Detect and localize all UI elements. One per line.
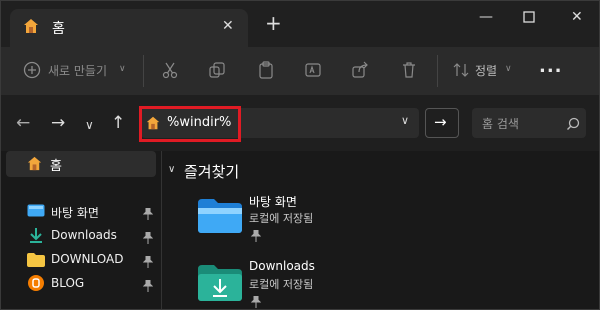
- file-explorer-window: 홈 ✕ + — ✕ 새로 만들기 ∨ 정렬 ∨ ... ← → ∨ ↑ %win…: [0, 0, 600, 310]
- pin-icon: [250, 293, 262, 309]
- tab-title: 홈: [52, 21, 65, 37]
- close-window-icon[interactable]: ✕: [571, 9, 583, 25]
- sort-button[interactable]: 정렬 ∨: [453, 60, 515, 82]
- quick-access-item-desktop[interactable]: 바탕 화면 로컬에 저장됨: [198, 193, 398, 253]
- sidebar-item-blog[interactable]: BLOG: [27, 273, 157, 295]
- sidebar-item-desktop[interactable]: 바탕 화면: [27, 201, 157, 223]
- pin-icon: [250, 227, 262, 246]
- sidebar-item-downloads[interactable]: Downloads: [27, 225, 157, 247]
- tab-home[interactable]: 홈 ✕: [10, 9, 248, 47]
- sidebar-item-label: DOWNLOAD: [51, 252, 124, 266]
- address-highlight-box: [139, 106, 241, 142]
- home-icon: [22, 17, 40, 39]
- maximize-icon[interactable]: [523, 11, 535, 27]
- command-bar: 새로 만들기 ∨ 정렬 ∨ ...: [1, 47, 599, 95]
- item-name: 바탕 화면: [249, 195, 297, 209]
- address-history-chevron-icon[interactable]: ∨: [401, 114, 409, 127]
- item-status: 로컬에 저장됨: [249, 278, 314, 291]
- paste-icon[interactable]: [257, 61, 275, 83]
- more-options-button[interactable]: ...: [539, 56, 563, 77]
- address-row: ← → ∨ ↑ %windir% ∨ → 홈 검색: [1, 95, 599, 151]
- forward-arrow-icon[interactable]: →: [51, 115, 65, 132]
- share-icon[interactable]: [351, 61, 369, 83]
- blogger-icon: [28, 275, 44, 295]
- section-title[interactable]: 즐겨찾기: [184, 161, 239, 182]
- collapse-chevron-icon[interactable]: ∨: [168, 164, 175, 175]
- downloads-folder-icon: [198, 265, 242, 305]
- divider: [437, 55, 438, 87]
- home-icon: [26, 155, 43, 176]
- search-placeholder: 홈 검색: [482, 117, 519, 131]
- desktop-folder-icon: [198, 199, 242, 237]
- delete-icon[interactable]: [400, 61, 418, 83]
- download-icon: [28, 227, 44, 248]
- divider: [143, 55, 144, 87]
- go-button[interactable]: →: [425, 108, 459, 138]
- chevron-down-icon: ∨: [505, 64, 512, 74]
- back-arrow-icon[interactable]: ←: [16, 115, 30, 132]
- pin-icon: [142, 229, 154, 248]
- quick-access-item-downloads[interactable]: Downloads 로컬에 저장됨: [198, 259, 398, 309]
- pin-icon: [142, 253, 154, 272]
- folder-icon: [27, 252, 45, 271]
- up-arrow-icon[interactable]: ↑: [111, 115, 125, 132]
- sidebar-item-label: 바탕 화면: [51, 206, 99, 220]
- content-area: ∨ 즐겨찾기 바탕 화면 로컬에 저장됨 Downloads 로컬에 저장됨: [162, 151, 599, 309]
- search-box[interactable]: 홈 검색: [472, 108, 586, 138]
- plus-circle-icon: [23, 61, 41, 83]
- sidebar-item-download-folder[interactable]: DOWNLOAD: [27, 249, 157, 271]
- sidebar-item-label: 홈: [50, 159, 62, 174]
- go-arrow-icon: →: [434, 113, 447, 131]
- title-bar: 홈 ✕ + — ✕: [1, 1, 599, 47]
- sidebar-item-label: Downloads: [51, 228, 117, 242]
- item-name: Downloads: [249, 259, 315, 273]
- navigation-pane: 홈 바탕 화면 Downloads DOWNLOAD BLOG: [1, 151, 161, 309]
- desktop-icon: [27, 204, 45, 223]
- search-icon: [566, 116, 580, 135]
- new-button[interactable]: 새로 만들기 ∨: [23, 60, 131, 82]
- cut-icon[interactable]: [161, 61, 179, 83]
- new-tab-icon[interactable]: +: [265, 13, 282, 33]
- close-tab-icon[interactable]: ✕: [222, 18, 234, 34]
- chevron-down-icon: ∨: [119, 64, 126, 74]
- new-button-label: 새로 만들기: [48, 64, 108, 78]
- pin-icon: [142, 277, 154, 296]
- sort-label: 정렬: [475, 64, 498, 78]
- minimize-icon[interactable]: —: [479, 9, 493, 25]
- recent-locations-chevron-icon[interactable]: ∨: [85, 117, 94, 133]
- sidebar-item-label: BLOG: [51, 276, 85, 290]
- sort-icon: [453, 62, 469, 82]
- rename-icon[interactable]: [304, 61, 322, 83]
- item-status: 로컬에 저장됨: [249, 212, 314, 225]
- pin-icon: [142, 205, 154, 224]
- copy-icon[interactable]: [208, 61, 226, 83]
- sidebar-item-home[interactable]: 홈: [6, 151, 156, 177]
